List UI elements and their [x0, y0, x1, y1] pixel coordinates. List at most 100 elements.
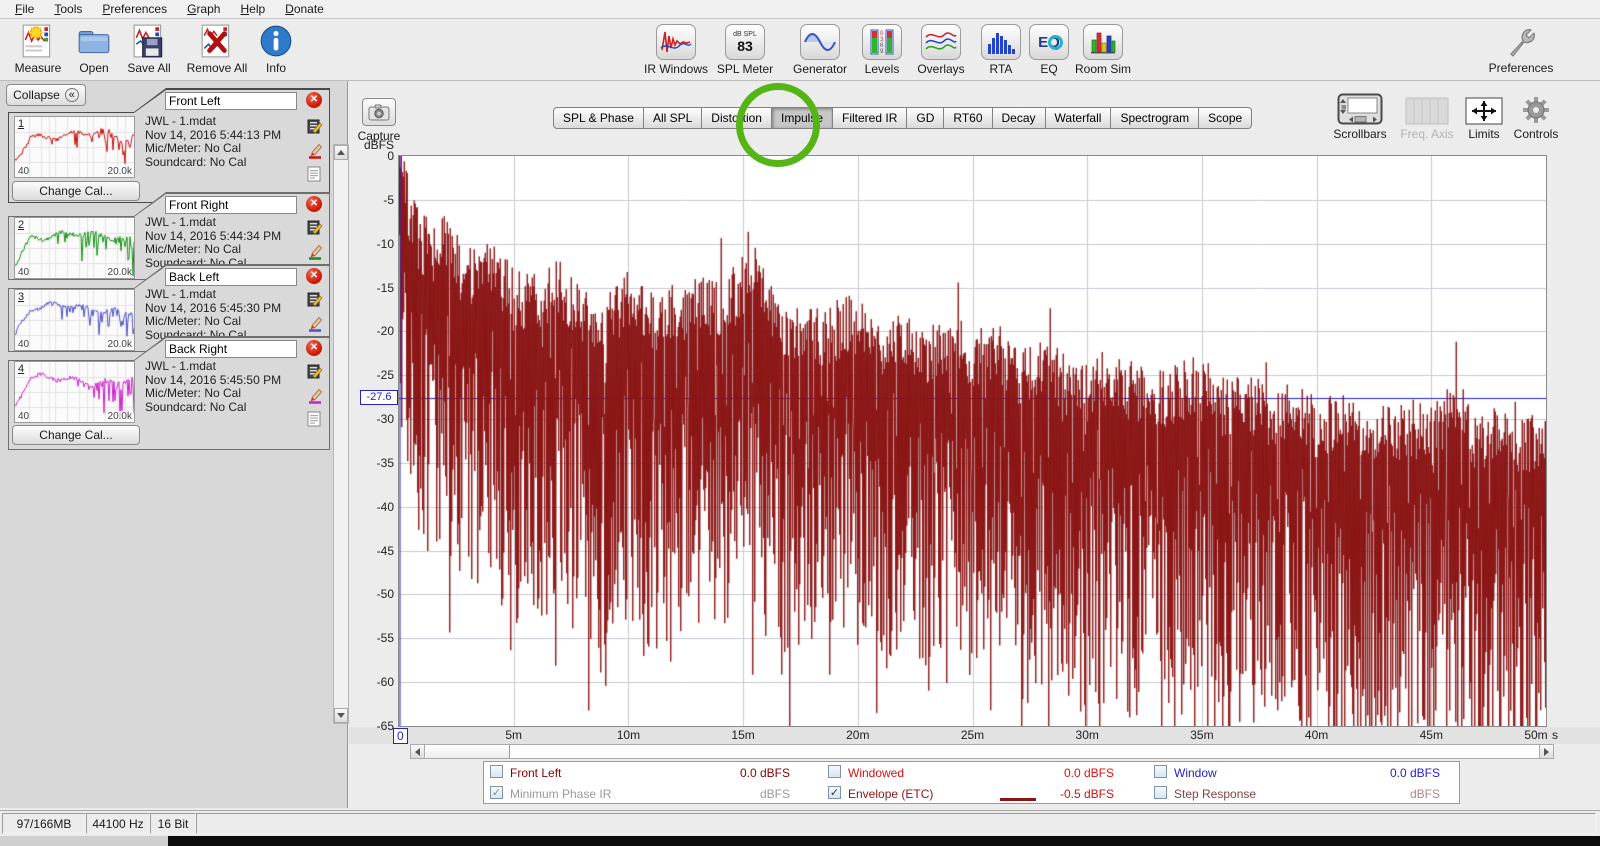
- legend-checkbox-step-response[interactable]: [1154, 786, 1167, 799]
- y-tick-label: -20: [350, 324, 394, 338]
- limits-label: Limits: [1468, 127, 1499, 141]
- legend-label: Envelope (ETC): [848, 787, 933, 801]
- impulse-plot-canvas[interactable]: [399, 156, 1546, 726]
- y-tick-label: -50: [350, 587, 394, 601]
- measurement-thumbnail[interactable]: 4 40 20.0k: [14, 361, 135, 423]
- overlays-icon: [921, 24, 961, 60]
- scroll-left-button[interactable]: [411, 745, 425, 758]
- edit-notes-icon[interactable]: [307, 219, 323, 235]
- levels-button[interactable]: 03 69 Levels: [849, 24, 915, 76]
- status-memory: 97/166MB: [2, 813, 86, 834]
- measurement-thumbnail[interactable]: 2 40 20.0k: [14, 217, 135, 279]
- generator-label: Generator: [793, 62, 847, 76]
- measurement-name-input[interactable]: [165, 340, 297, 358]
- tab-decay[interactable]: Decay: [993, 107, 1046, 129]
- legend-checkbox-window[interactable]: [1154, 765, 1167, 778]
- main-toolbar: Measure Open Save All: [0, 19, 1600, 81]
- measurement-card[interactable]: ✕ 4 40 20.0k JWL - 1.mdatNov 14, 2016 5:…: [8, 336, 330, 450]
- tab-rt60[interactable]: RT60: [944, 107, 992, 129]
- save-all-button[interactable]: Save All: [120, 23, 178, 75]
- sidebar-scrollbar[interactable]: [333, 144, 349, 724]
- measurement-thumbnail[interactable]: 3 40 20.0k: [14, 289, 135, 351]
- menu-help[interactable]: Help: [231, 0, 274, 18]
- rew-application-window: File Tools Preferences Graph Help Donate…: [0, 0, 1600, 846]
- tab-distortion[interactable]: Distortion: [702, 107, 772, 129]
- notes-page-icon[interactable]: [307, 166, 321, 182]
- notes-page-icon[interactable]: [307, 411, 321, 427]
- info-button[interactable]: Info: [256, 23, 296, 75]
- remove-all-label: Remove All: [187, 61, 248, 75]
- generator-icon: [800, 24, 840, 60]
- levels-label: Levels: [865, 62, 900, 76]
- tab-filtered-ir[interactable]: Filtered IR: [833, 107, 907, 129]
- legend-checkbox-envelope-etc-[interactable]: ✓: [828, 786, 841, 799]
- tab-spectrogram[interactable]: Spectrogram: [1111, 107, 1199, 129]
- legend-checkbox-windowed[interactable]: [828, 765, 841, 778]
- legend-checkbox-minimum-phase-ir[interactable]: ✓: [490, 786, 503, 799]
- tab-impulse[interactable]: Impulse: [772, 107, 833, 129]
- menu-donate[interactable]: Donate: [276, 0, 333, 18]
- change-cal-button[interactable]: Change Cal...: [12, 181, 140, 201]
- measurement-name-input[interactable]: [165, 92, 297, 110]
- info-icon: [258, 23, 294, 59]
- collapse-chevrons-icon: «: [65, 88, 79, 102]
- trace-color-pencil-icon[interactable]: [307, 314, 323, 332]
- trace-color-pencil-icon[interactable]: [307, 386, 323, 404]
- x-axis-unit-label: s: [1552, 728, 1558, 742]
- delete-measurement-icon[interactable]: ✕: [306, 340, 322, 356]
- scrollbar-thumb[interactable]: [426, 745, 510, 758]
- plot-area[interactable]: [398, 155, 1547, 727]
- legend-label: Minimum Phase IR: [510, 787, 611, 801]
- measurement-thumbnail[interactable]: 1 40 20.0k: [14, 116, 135, 178]
- measurements-panel: Collapse« ✕ 1 40 20.0k JWL - 1.mdatNov 1…: [0, 81, 348, 808]
- change-cal-button[interactable]: Change Cal...: [12, 425, 140, 445]
- measurement-name-input[interactable]: [165, 196, 297, 214]
- delete-measurement-icon[interactable]: ✕: [306, 196, 322, 212]
- scroll-right-button[interactable]: [1539, 745, 1553, 758]
- delete-measurement-icon[interactable]: ✕: [306, 268, 322, 284]
- graph-horizontal-scrollbar[interactable]: [410, 744, 1554, 759]
- x-tick-label: 30m: [1062, 728, 1112, 742]
- tab-scope[interactable]: Scope: [1199, 107, 1252, 129]
- wrench-icon: [1504, 23, 1538, 59]
- camera-icon: [368, 104, 390, 121]
- levels-icon: 03 69: [862, 24, 902, 60]
- tab-all-spl[interactable]: All SPL: [644, 107, 702, 129]
- preferences-button[interactable]: Preferences: [1486, 23, 1556, 75]
- remove-all-button[interactable]: Remove All: [182, 23, 252, 75]
- trace-color-pencil-icon[interactable]: [307, 141, 323, 159]
- ir-windows-button[interactable]: IR Windows: [643, 24, 709, 76]
- scrollbars-button[interactable]: Scrollbars: [1330, 93, 1390, 141]
- x-tick-label: 45m: [1406, 728, 1456, 742]
- legend-value: 0.0 dBFS: [640, 766, 790, 780]
- legend-checkbox-front-left[interactable]: [490, 765, 503, 778]
- scroll-down-button[interactable]: [334, 708, 348, 723]
- trace-color-pencil-icon[interactable]: [307, 242, 323, 260]
- overlays-button[interactable]: Overlays: [908, 24, 974, 76]
- generator-button[interactable]: Generator: [787, 24, 853, 76]
- measure-button[interactable]: Measure: [10, 23, 66, 75]
- measurement-name-input[interactable]: [165, 268, 297, 286]
- menu-tools[interactable]: Tools: [45, 0, 91, 18]
- menu-file[interactable]: File: [6, 0, 43, 18]
- capture-button[interactable]: [362, 98, 396, 126]
- tab-gd[interactable]: GD: [907, 107, 944, 129]
- room-sim-button[interactable]: Room Sim: [1070, 24, 1136, 76]
- open-button[interactable]: Open: [70, 23, 118, 75]
- tab-spl-phase[interactable]: SPL & Phase: [553, 107, 644, 129]
- collapse-button[interactable]: Collapse«: [6, 84, 86, 106]
- save-all-label: Save All: [127, 61, 170, 75]
- menu-preferences[interactable]: Preferences: [93, 0, 176, 18]
- limits-button[interactable]: Limits: [1462, 97, 1506, 141]
- edit-notes-icon[interactable]: [307, 363, 323, 379]
- preferences-label: Preferences: [1489, 61, 1554, 75]
- controls-button[interactable]: Controls: [1508, 95, 1564, 141]
- thumb-freq-low: 40: [18, 339, 29, 350]
- tab-waterfall[interactable]: Waterfall: [1046, 107, 1112, 129]
- spl-meter-button[interactable]: dB SPL 83 SPL Meter: [712, 24, 778, 76]
- menu-graph[interactable]: Graph: [178, 0, 229, 18]
- edit-notes-icon[interactable]: [307, 118, 323, 134]
- delete-measurement-icon[interactable]: ✕: [306, 92, 322, 108]
- x-tick-label: 15m: [718, 728, 768, 742]
- edit-notes-icon[interactable]: [307, 291, 323, 307]
